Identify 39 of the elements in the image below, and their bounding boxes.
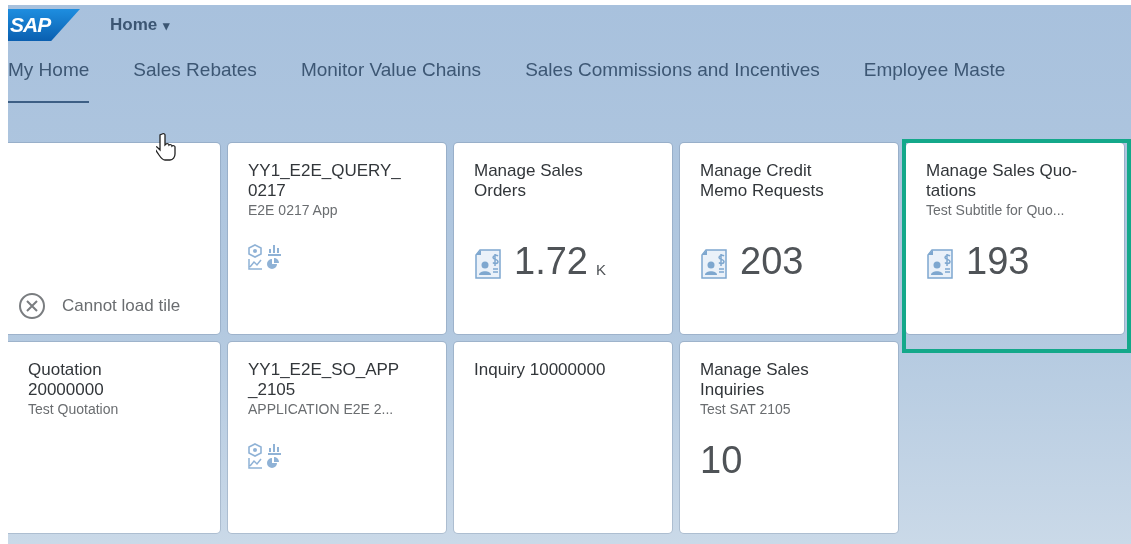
tile-title: Manage Sales Orders xyxy=(474,161,584,201)
app-tile[interactable]: YY1_E2E_QUERY_ 0217 E2E 0217 App xyxy=(228,143,446,334)
app-tile[interactable]: Cannot load tile xyxy=(8,143,220,334)
tab[interactable]: Sales Rebates xyxy=(133,57,257,103)
app-tile[interactable]: YY1_E2E_SO_APP _2105 APPLICATION E2E 2... xyxy=(228,342,446,533)
tab[interactable]: Sales Commissions and Incentives xyxy=(525,57,820,103)
error-icon xyxy=(18,292,46,320)
tile-title: Manage Credit Memo Requests xyxy=(700,161,825,201)
tile-subtitle: Test Quotation xyxy=(28,401,120,417)
tile-title: Quotation 20000000 xyxy=(28,360,105,400)
caret-icon: ▾ xyxy=(163,17,171,33)
logo[interactable]: SAP xyxy=(8,9,80,41)
app-tile[interactable]: Inquiry 10000000 xyxy=(454,342,672,533)
tile-title: YY1_E2E_SO_APP _2105 xyxy=(248,360,401,400)
tab[interactable]: Employee Maste xyxy=(863,57,1006,103)
kpi-value: 203 xyxy=(740,242,804,280)
analytics-icons-drawing xyxy=(248,443,284,469)
tile-subtitle: Test SAT 2105 xyxy=(700,401,792,417)
tile-subtitle: E2E 0217 App xyxy=(248,202,339,218)
tile-subtitle: APPLICATION E2E 2... xyxy=(248,401,395,417)
app-tile[interactable]: Manage Sales Inquiries Test SAT 2105 10 xyxy=(680,342,898,533)
tile-title: Manage Sales Quo- tations xyxy=(926,161,1079,201)
tab[interactable]: Monitor Value Chains xyxy=(300,57,482,103)
tile-title: YY1_E2E_QUERY_ 0217 xyxy=(248,161,402,201)
home-menu-button[interactable]: Home ▾ xyxy=(110,15,171,35)
app-tile[interactable]: Manage Sales Orders 1.72 K xyxy=(454,143,672,334)
tile-title: Inquiry 10000000 xyxy=(474,360,607,380)
analytics-icons-drawing xyxy=(248,244,284,270)
kpi-unit: K xyxy=(595,261,606,278)
kpi-value: 10 xyxy=(700,441,743,479)
app-tile[interactable]: Quotation 20000000 Test Quotation xyxy=(8,342,220,533)
tile-title: Manage Sales Inquiries xyxy=(700,360,810,400)
tab[interactable]: My Home xyxy=(8,57,90,103)
kpi-value: 1.72 xyxy=(514,242,588,280)
tile-subtitle: Test Subtitle for Quo... xyxy=(926,202,1066,218)
error-message: Cannot load tile xyxy=(62,296,181,316)
app-tile[interactable]: Manage Credit Memo Requests 203 xyxy=(680,143,898,334)
app-tile[interactable]: Manage Sales Quo- tations Test Subtitle for Quo... 193 xyxy=(906,143,1124,334)
kpi-value: 193 xyxy=(966,242,1030,280)
